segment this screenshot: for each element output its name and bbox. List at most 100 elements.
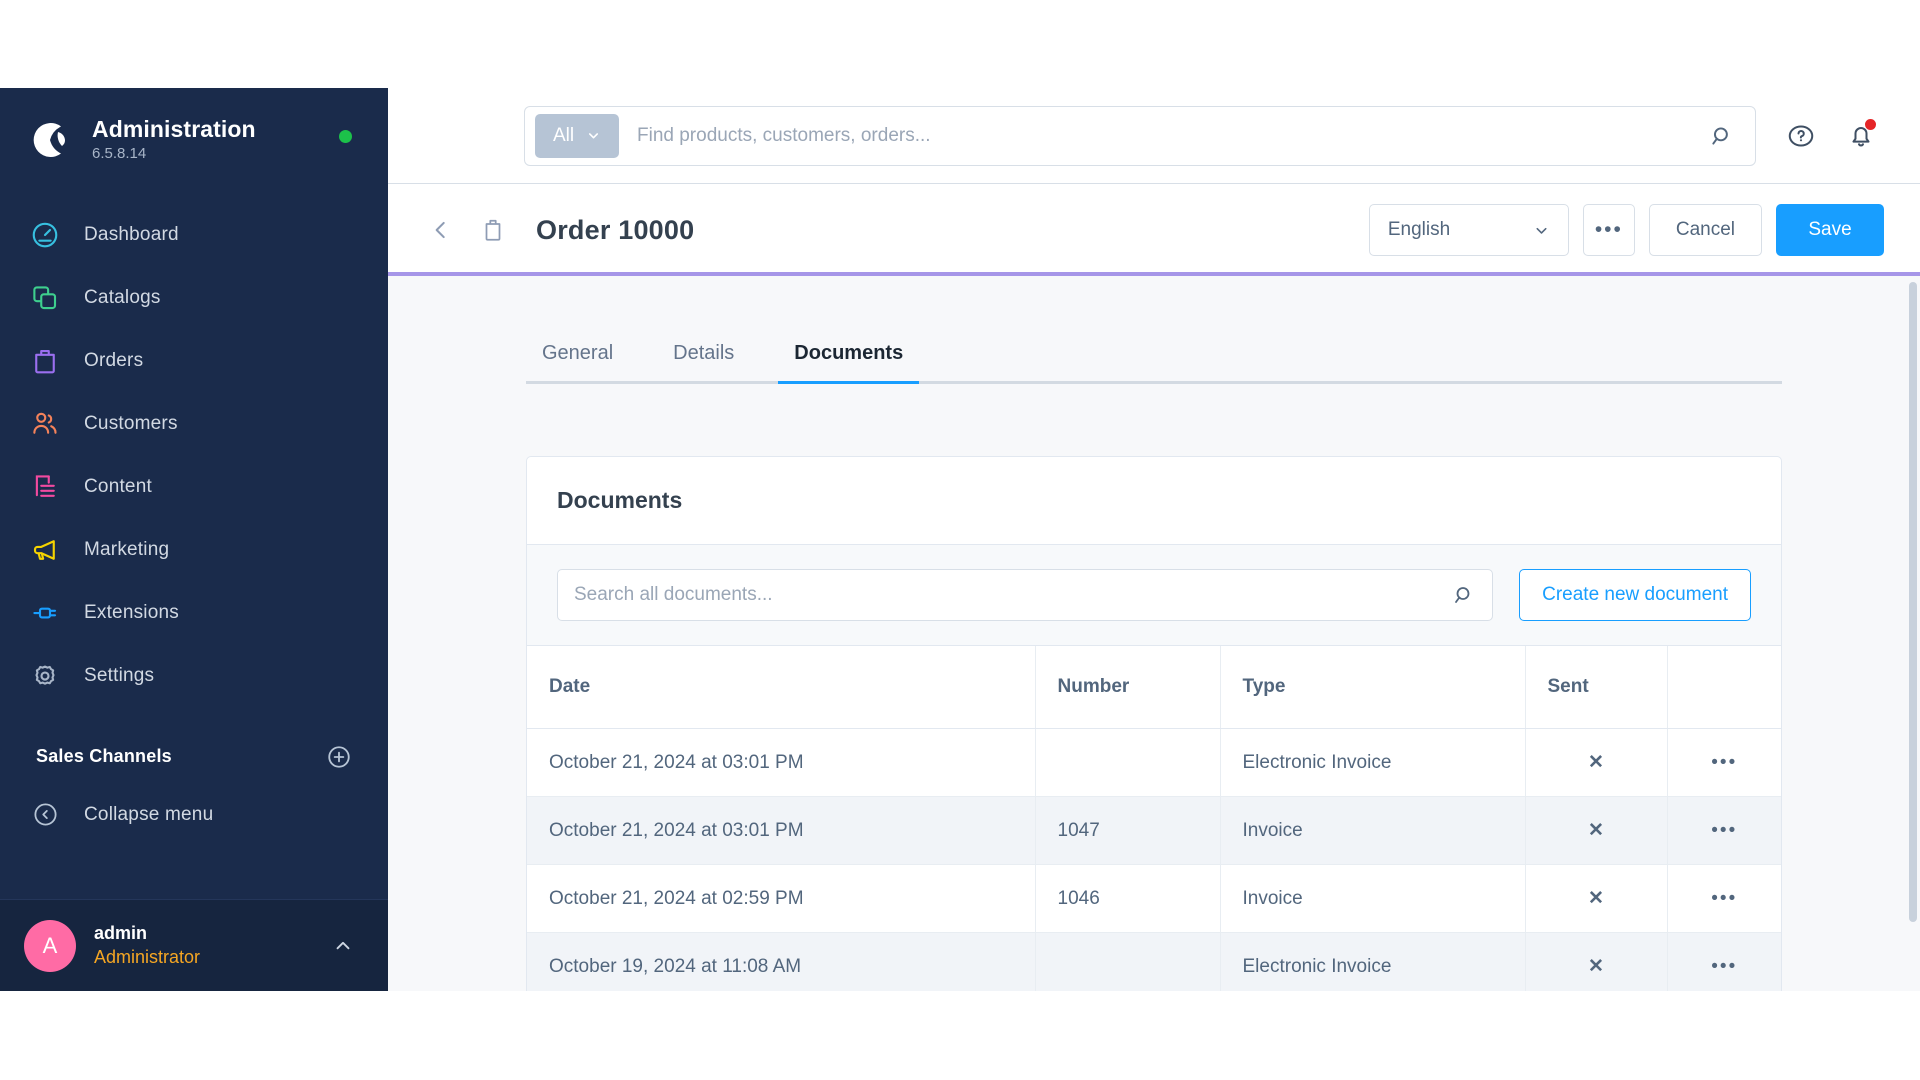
page-title: Order 10000 <box>536 214 695 245</box>
status-dot-icon <box>339 130 352 143</box>
brand-title: Administration <box>92 116 256 142</box>
sidebar-item-label: Settings <box>84 665 155 687</box>
column-header-actions <box>1667 646 1781 729</box>
sidebar: Administration 6.5.8.14 Dashboard Catalo… <box>0 88 388 991</box>
collapse-menu-button[interactable]: Collapse menu <box>0 780 388 850</box>
customers-icon <box>28 407 62 441</box>
search-icon[interactable] <box>1452 583 1476 607</box>
help-circle-icon[interactable] <box>1778 113 1824 159</box>
tab-documents[interactable]: Documents <box>778 342 920 384</box>
bell-icon[interactable] <box>1838 113 1884 159</box>
marketing-icon <box>28 533 62 567</box>
sidebar-item-orders[interactable]: Orders <box>0 330 388 393</box>
main-area: All Find products, customers, orders... … <box>388 88 1920 991</box>
language-select-value: English <box>1387 219 1451 240</box>
order-tabs: General Details Documents <box>526 326 1782 384</box>
table-row[interactable]: October 21, 2024 at 03:01 PM 1047 Invoic… <box>527 796 1781 865</box>
chevron-left-circle-icon <box>28 798 62 832</box>
sales-channels-section: Sales Channels <box>0 708 388 780</box>
cell-number <box>1035 728 1221 797</box>
dashboard-icon <box>28 218 62 252</box>
topbar-icons <box>1778 113 1884 159</box>
cell-type: Electronic Invoice <box>1220 932 1526 991</box>
column-header-type[interactable]: Type <box>1220 646 1526 729</box>
chevron-up-icon <box>332 935 354 957</box>
global-search-bar: All <box>524 105 1756 166</box>
save-button[interactable]: Save <box>1776 204 1884 256</box>
content-scrollbar[interactable] <box>1909 282 1917 922</box>
row-actions-button[interactable]: ••• <box>1667 796 1781 865</box>
sidebar-brand: Administration 6.5.8.14 <box>0 88 388 186</box>
app-viewport: Administration 6.5.8.14 Dashboard Catalo… <box>0 88 1920 991</box>
search-input[interactable] <box>619 124 1699 147</box>
row-actions-button[interactable]: ••• <box>1667 932 1781 991</box>
cell-sent: ✕ <box>1525 932 1668 991</box>
sidebar-item-marketing[interactable]: Marketing <box>0 519 388 582</box>
user-profile-button[interactable]: A admin Administrator <box>0 899 388 991</box>
table-header-row: Date Number Type Sent <box>527 646 1781 729</box>
documents-search-input[interactable] <box>574 584 1453 606</box>
search-scope-label: All <box>552 124 575 146</box>
plus-circle-icon[interactable] <box>326 744 352 770</box>
cell-date: October 19, 2024 at 11:08 AM <box>527 932 1036 991</box>
cancel-button[interactable]: Cancel <box>1648 204 1762 256</box>
sidebar-item-label: Content <box>84 476 152 498</box>
column-header-number[interactable]: Number <box>1035 646 1221 729</box>
notification-badge <box>1865 118 1876 130</box>
cell-date: October 21, 2024 at 02:59 PM <box>527 864 1036 933</box>
column-header-sent[interactable]: Sent <box>1525 646 1668 729</box>
language-select[interactable]: English <box>1368 204 1569 256</box>
chevron-down-icon <box>1533 222 1550 239</box>
sidebar-item-label: Orders <box>84 350 144 372</box>
cell-sent: ✕ <box>1525 864 1668 933</box>
create-new-document-button[interactable]: Create new document <box>1519 569 1751 621</box>
cell-date: October 21, 2024 at 03:01 PM <box>527 796 1036 865</box>
global-topbar: All <box>388 88 1920 184</box>
sidebar-item-extensions[interactable]: Extensions <box>0 582 388 645</box>
cell-number: 1047 <box>1035 796 1221 865</box>
cell-number: 1046 <box>1035 864 1221 933</box>
cell-type: Electronic Invoice <box>1220 728 1526 797</box>
documents-card-title: Documents <box>557 487 683 513</box>
sidebar-item-label: Extensions <box>84 602 179 624</box>
cell-date: October 21, 2024 at 03:01 PM <box>527 728 1036 797</box>
documents-search-wrapper <box>557 569 1494 621</box>
table-row[interactable]: October 19, 2024 at 11:08 AM Electronic … <box>527 932 1781 991</box>
tab-general[interactable]: General <box>526 342 629 381</box>
user-role: Administrator <box>94 947 201 968</box>
content-scroll-area: General Details Documents Documents Sear… <box>388 276 1920 991</box>
order-actions: English ••• Cancel Save <box>1368 204 1884 256</box>
tab-details[interactable]: Details <box>657 342 750 381</box>
cell-sent: ✕ <box>1525 728 1668 797</box>
row-actions-button[interactable]: ••• <box>1667 728 1781 797</box>
documents-table: Date Number Type Sent October 21, 2024 a… <box>527 646 1781 991</box>
more-options-button[interactable]: ••• <box>1582 204 1635 256</box>
back-chevron-icon[interactable] <box>424 213 458 247</box>
column-header-date[interactable]: Date <box>527 646 1036 729</box>
sidebar-nav: Dashboard Catalogs Orders Customers Cont… <box>0 186 388 708</box>
avatar: A <box>24 919 76 972</box>
documents-card-header: Documents <box>527 457 1781 545</box>
brand-version: 6.5.8.14 <box>92 145 147 163</box>
documents-toolbar: Create new document <box>527 545 1781 646</box>
row-actions-button[interactable]: ••• <box>1667 864 1781 933</box>
settings-icon <box>28 659 62 693</box>
search-scope-dropdown[interactable]: All <box>535 113 619 158</box>
sidebar-item-catalogs[interactable]: Catalogs <box>0 267 388 330</box>
search-icon[interactable] <box>1699 113 1745 159</box>
user-name: admin <box>94 922 148 943</box>
sidebar-item-dashboard[interactable]: Dashboard <box>0 204 388 267</box>
table-row[interactable]: October 21, 2024 at 03:01 PM Electronic … <box>527 728 1781 797</box>
chevron-down-icon <box>586 128 601 143</box>
sidebar-item-customers[interactable]: Customers <box>0 393 388 456</box>
sidebar-item-label: Dashboard <box>84 224 179 246</box>
shopware-logo-icon <box>28 117 74 163</box>
sidebar-item-settings[interactable]: Settings <box>0 645 388 708</box>
content-icon <box>28 470 62 504</box>
sidebar-item-label: Catalogs <box>84 287 161 309</box>
cell-sent: ✕ <box>1525 796 1668 865</box>
sidebar-item-content[interactable]: Content <box>0 456 388 519</box>
table-row[interactable]: October 21, 2024 at 02:59 PM 1046 Invoic… <box>527 864 1781 933</box>
sales-channels-title: Sales Channels <box>36 746 172 767</box>
